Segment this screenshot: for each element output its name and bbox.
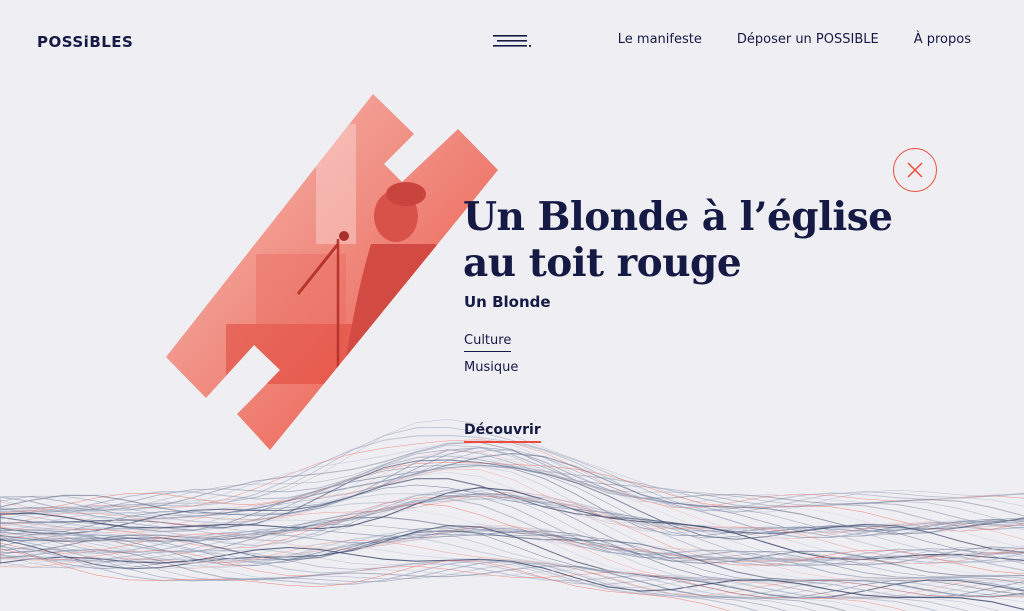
close-icon bbox=[907, 162, 923, 178]
nav-link-manifeste[interactable]: Le manifeste bbox=[618, 32, 702, 47]
wave-line bbox=[0, 471, 1024, 549]
site-logo[interactable]: POSSiBLES bbox=[37, 33, 133, 51]
nav-link-a-propos[interactable]: À propos bbox=[914, 32, 971, 47]
wave-line bbox=[0, 533, 1024, 598]
wave-line bbox=[0, 439, 1024, 514]
page-title: Un Blonde à l’église au toit rouge bbox=[463, 194, 893, 286]
tag-musique[interactable]: Musique bbox=[464, 360, 518, 375]
nav-link-deposer[interactable]: Déposer un POSSIBLE bbox=[737, 32, 879, 47]
artist-name: Un Blonde bbox=[464, 293, 551, 311]
hamburger-menu-icon[interactable] bbox=[493, 34, 533, 50]
hero-image bbox=[166, 94, 498, 450]
close-button[interactable] bbox=[893, 148, 937, 192]
discover-button[interactable]: Découvrir bbox=[464, 422, 541, 443]
main-nav: Le manifeste Déposer un POSSIBLE À propo… bbox=[618, 32, 971, 47]
tag-culture[interactable]: Culture bbox=[464, 333, 512, 352]
wave-line bbox=[0, 539, 1024, 598]
